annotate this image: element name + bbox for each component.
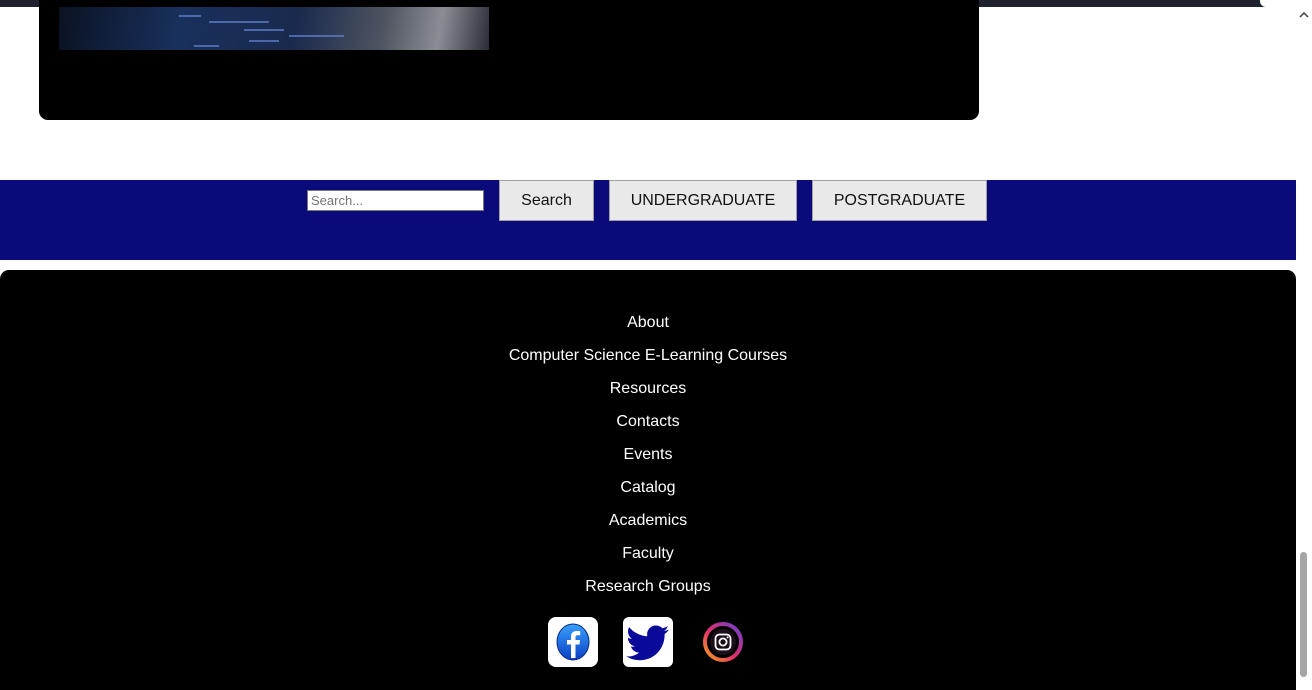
footer-nav: About Computer Science E-Learning Course…	[0, 310, 1296, 607]
footer-link-research-groups[interactable]: Research Groups	[0, 574, 1296, 607]
footer-link-about[interactable]: About	[0, 310, 1296, 343]
facebook-link[interactable]	[548, 617, 598, 667]
undergraduate-button[interactable]: UNDERGRADUATE	[609, 180, 797, 221]
footer-link-academics[interactable]: Academics	[0, 508, 1296, 541]
hero-laptop-image	[59, 7, 489, 50]
instagram-link[interactable]	[698, 617, 748, 667]
scroll-thumb[interactable]	[1300, 552, 1307, 677]
twitter-icon	[626, 625, 669, 661]
postgraduate-button[interactable]: POSTGRADUATE	[812, 180, 987, 221]
search-input[interactable]	[307, 190, 484, 211]
top-edge-notch	[1260, 0, 1312, 7]
search-bar: Search UNDERGRADUATE POSTGRADUATE	[0, 180, 1296, 260]
facebook-icon	[556, 623, 590, 661]
page-scrollbar[interactable]	[1296, 7, 1312, 677]
site-footer: About Computer Science E-Learning Course…	[0, 270, 1296, 690]
instagram-icon	[703, 622, 743, 662]
scroll-up-arrow-icon[interactable]	[1296, 7, 1312, 23]
footer-link-e-learning-courses[interactable]: Computer Science E-Learning Courses	[0, 343, 1296, 376]
footer-link-events[interactable]: Events	[0, 442, 1296, 475]
hero-card	[39, 0, 979, 120]
footer-link-contacts[interactable]: Contacts	[0, 409, 1296, 442]
search-button[interactable]: Search	[499, 180, 594, 221]
footer-link-faculty[interactable]: Faculty	[0, 541, 1296, 574]
twitter-link[interactable]	[623, 617, 673, 667]
footer-link-catalog[interactable]: Catalog	[0, 475, 1296, 508]
footer-link-resources[interactable]: Resources	[0, 376, 1296, 409]
